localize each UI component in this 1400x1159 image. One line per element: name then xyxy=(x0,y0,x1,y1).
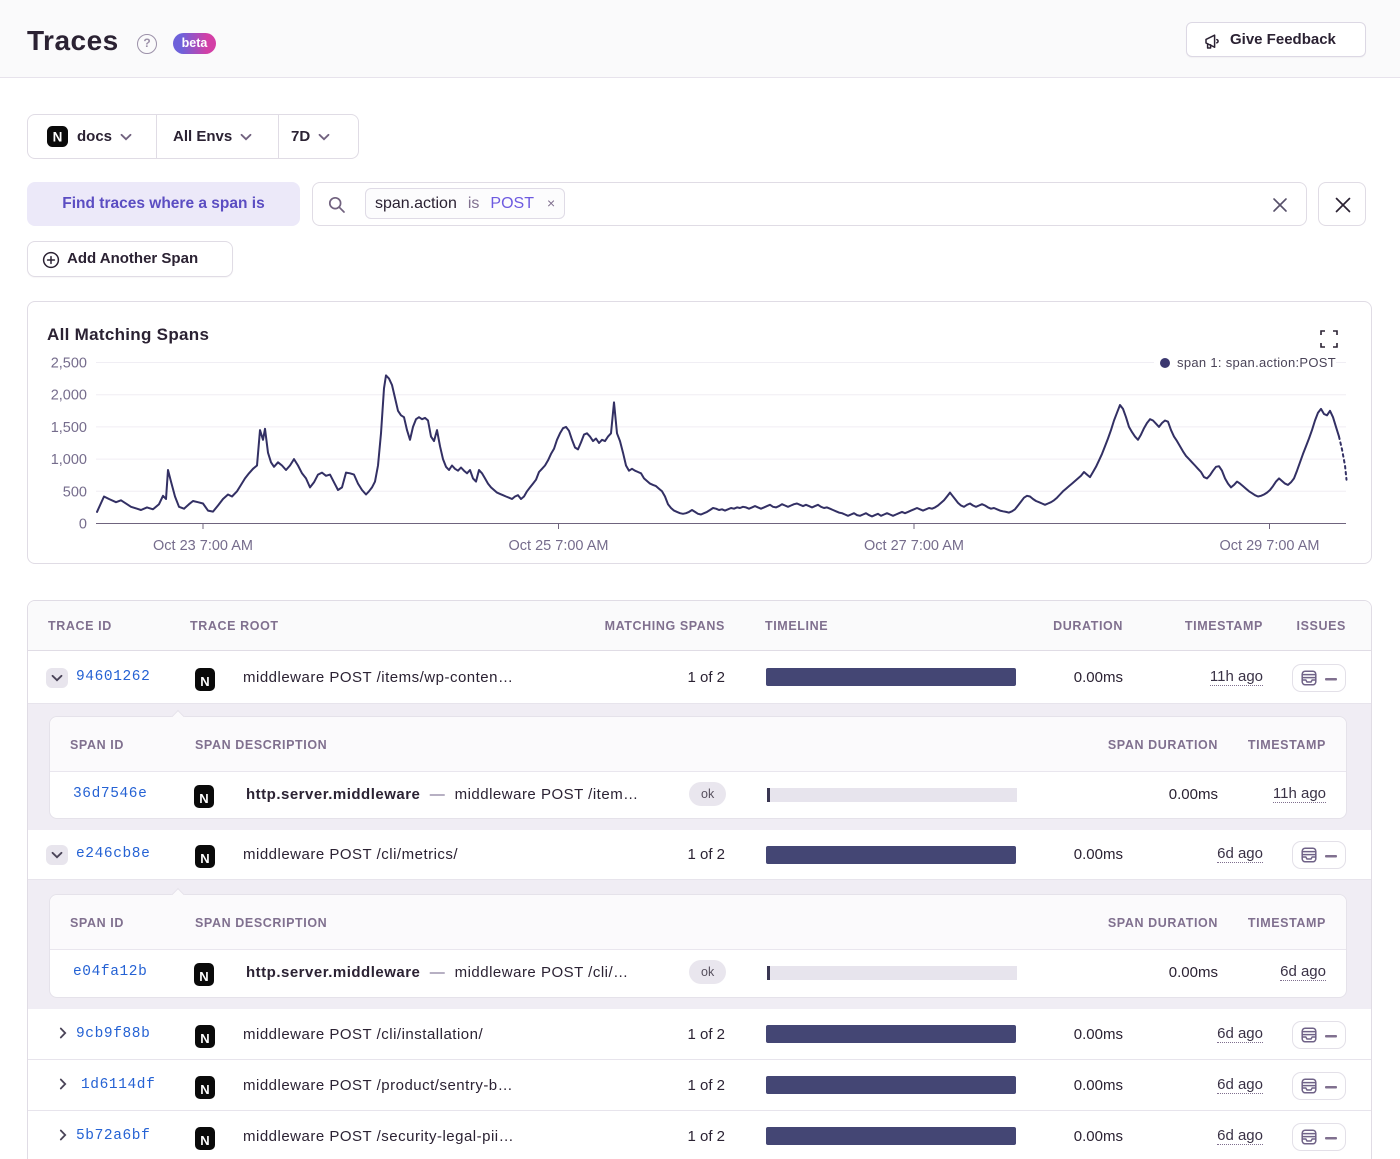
svg-text:2,500: 2,500 xyxy=(51,356,87,372)
svg-text:N: N xyxy=(199,969,208,984)
svg-text:N: N xyxy=(200,851,209,866)
svg-text:Oct 25 7:00 AM: Oct 25 7:00 AM xyxy=(509,538,609,554)
svg-text:N: N xyxy=(53,130,63,145)
svg-text:N: N xyxy=(200,1031,209,1046)
svg-text:1,000: 1,000 xyxy=(51,452,87,468)
svg-text:N: N xyxy=(200,674,209,689)
svg-text:N: N xyxy=(200,1133,209,1148)
svg-text:Oct 23 7:00 AM: Oct 23 7:00 AM xyxy=(153,538,253,554)
svg-text:500: 500 xyxy=(63,484,87,500)
svg-text:N: N xyxy=(199,791,208,806)
svg-text:N: N xyxy=(200,1082,209,1097)
svg-text:Oct 29 7:00 AM: Oct 29 7:00 AM xyxy=(1220,538,1320,554)
svg-text:2,000: 2,000 xyxy=(51,388,87,404)
svg-text:1,500: 1,500 xyxy=(51,420,87,436)
svg-text:Oct 27 7:00 AM: Oct 27 7:00 AM xyxy=(864,538,964,554)
svg-text:0: 0 xyxy=(79,517,87,533)
